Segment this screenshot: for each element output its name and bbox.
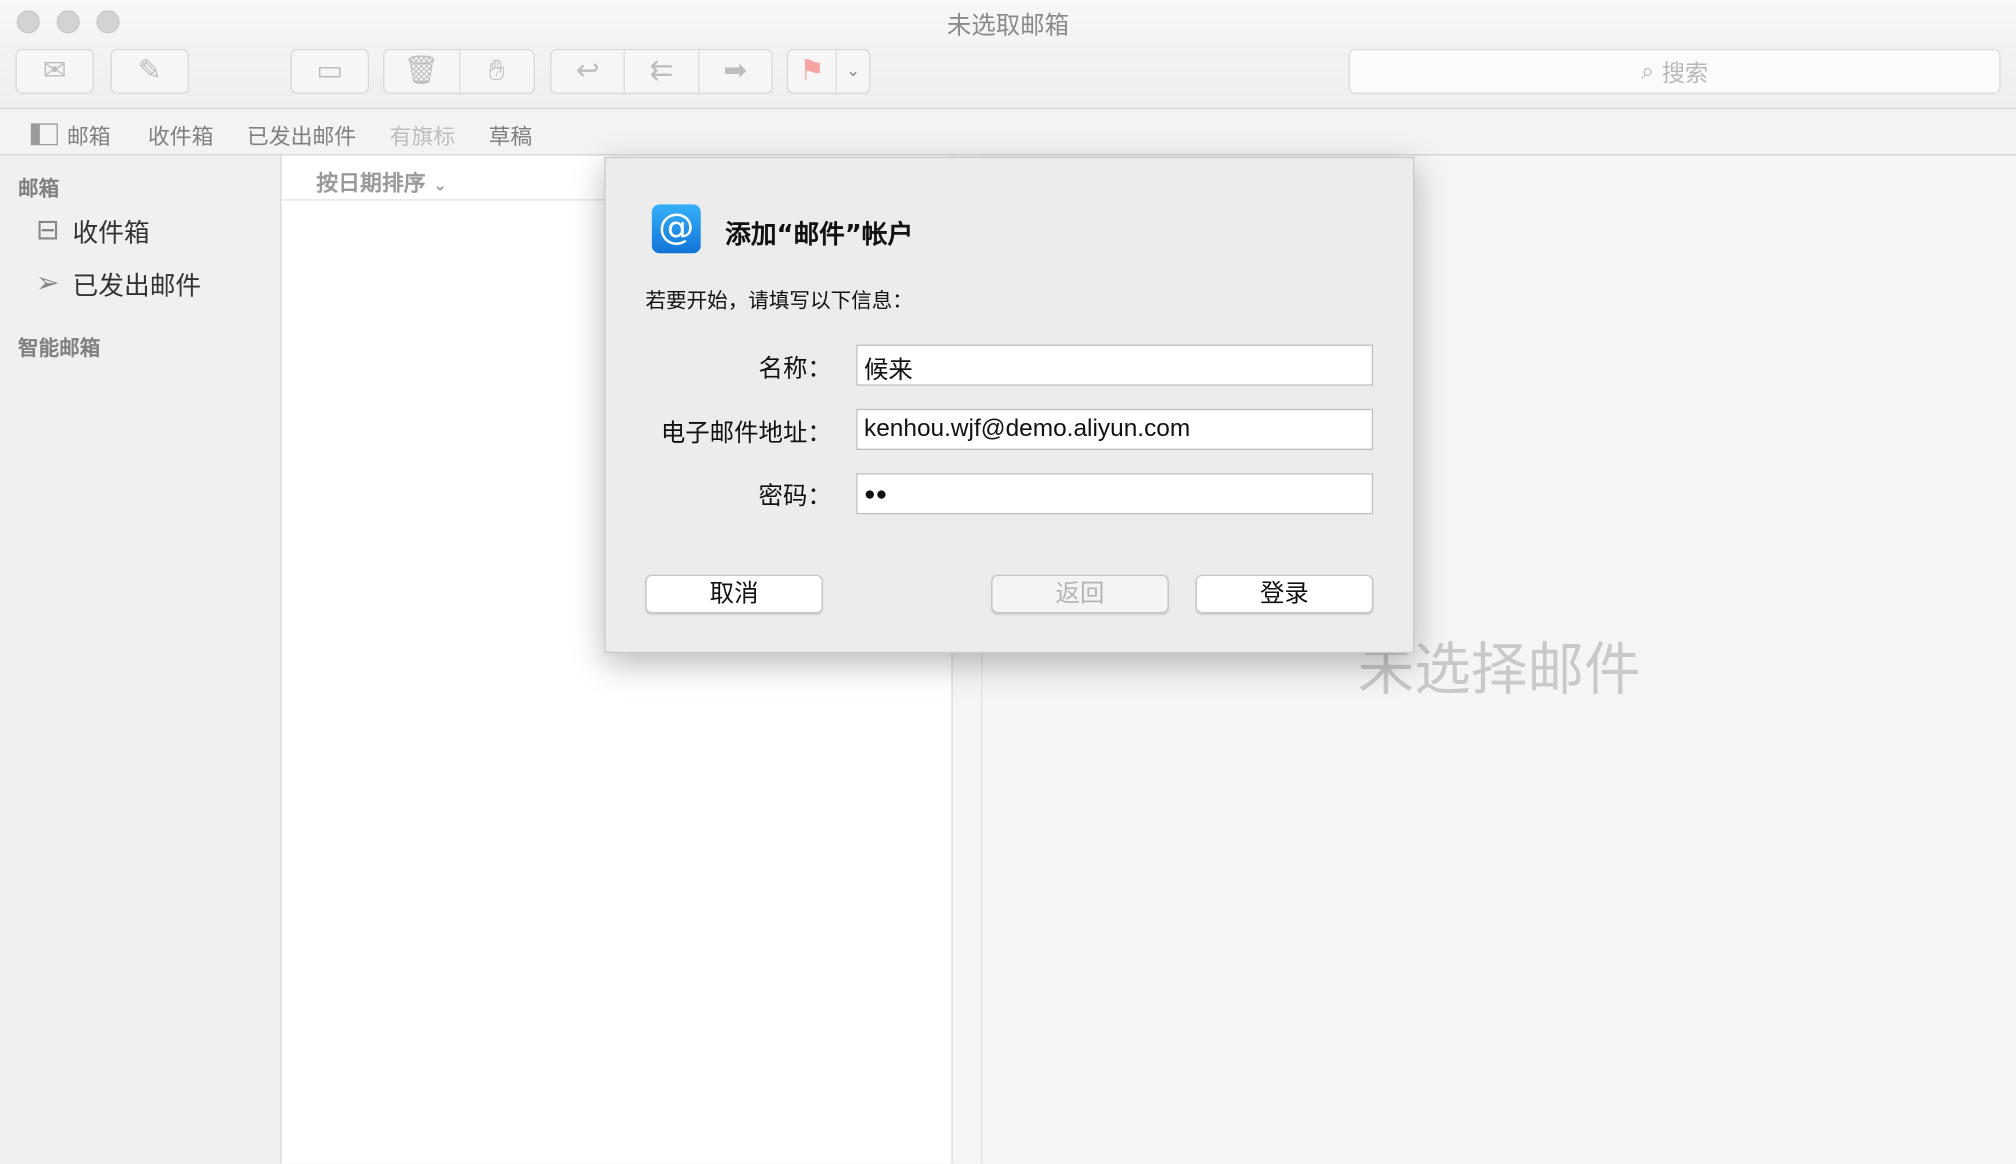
- sidebar-item-label: 已发出邮件: [72, 269, 202, 301]
- chevron-down-icon[interactable]: ⌄: [837, 50, 869, 92]
- favorite-mailboxes[interactable]: 邮箱: [30, 118, 111, 151]
- mail-window: 未选取邮箱 ✉ ✎ ▭ 🗑︎ ✋︎ ↩ ⇇ ➡ ⚑ ⌄ ⌕ 搜索 邮箱 收件箱 …: [0, 0, 2016, 1164]
- sidebar-item-label: 收件箱: [72, 217, 150, 249]
- sidebar: 邮箱 ⊟ 收件箱 ➢ 已发出邮件 智能邮箱: [0, 155, 282, 1164]
- get-mail-button[interactable]: ✉: [15, 48, 94, 94]
- toolbar: 未选取邮箱 ✉ ✎ ▭ 🗑︎ ✋︎ ↩ ⇇ ➡ ⚑ ⌄ ⌕ 搜索: [0, 0, 2016, 110]
- cancel-button[interactable]: 取消: [645, 574, 823, 614]
- compose-button[interactable]: ✎: [110, 48, 189, 94]
- favorite-inbox[interactable]: 收件箱: [148, 118, 214, 151]
- reply-icon[interactable]: ↩: [552, 50, 626, 93]
- name-field[interactable]: 候来: [856, 344, 1374, 386]
- search-placeholder: 搜索: [1661, 59, 1709, 87]
- add-account-dialog: @ 添加“邮件”帐户 若要开始，请填写以下信息： 名称： 候来 电子邮件地址： …: [604, 156, 1415, 654]
- favorites-bar: 邮箱 收件箱 已发出邮件 有旗标 草稿: [0, 109, 2016, 156]
- reply-group: ↩ ⇇ ➡: [550, 48, 773, 94]
- reply-all-icon[interactable]: ⇇: [625, 50, 699, 93]
- password-field[interactable]: ●●: [856, 473, 1374, 515]
- back-button[interactable]: 返回: [991, 574, 1169, 614]
- section-smart-mailboxes[interactable]: 智能邮箱: [18, 330, 100, 361]
- archive-icon: ▭: [316, 55, 344, 88]
- favorite-flagged[interactable]: 有旗标: [390, 118, 456, 151]
- search-icon: ⌕: [1641, 57, 1655, 85]
- sort-label: 按日期排序: [316, 170, 426, 197]
- favorite-drafts[interactable]: 草稿: [489, 118, 533, 151]
- sidebar-item-inbox[interactable]: ⊟ 收件箱: [36, 212, 150, 249]
- inbox-icon: ⊟: [35, 214, 60, 247]
- password-label: 密码：: [758, 482, 832, 511]
- dialog-subtitle: 若要开始，请填写以下信息：: [645, 287, 913, 313]
- section-mailboxes: 邮箱: [17, 176, 60, 201]
- login-button[interactable]: 登录: [1195, 574, 1374, 614]
- trash-junk-group: 🗑︎ ✋︎: [383, 48, 535, 94]
- flag-group: ⚑ ⌄: [786, 48, 871, 94]
- email-field[interactable]: kenhou.wjf@demo.aliyun.com: [856, 408, 1374, 450]
- thumbs-down-icon[interactable]: ✋︎: [460, 50, 534, 92]
- flag-icon[interactable]: ⚑: [788, 50, 838, 93]
- forward-icon[interactable]: ➡: [699, 50, 771, 92]
- sidebar-item-sent[interactable]: ➢ 已发出邮件: [36, 265, 201, 302]
- window-title: 未选取邮箱: [946, 11, 1070, 40]
- search-input[interactable]: ⌕ 搜索: [1348, 48, 2001, 94]
- email-label: 电子邮件地址：: [660, 419, 832, 448]
- chevron-down-icon: ⌄: [433, 176, 448, 196]
- paper-plane-icon: ➢: [35, 267, 60, 300]
- envelope-icon: ✉: [42, 55, 67, 88]
- trash-icon[interactable]: 🗑︎: [384, 50, 460, 93]
- mail-at-icon: @: [651, 204, 701, 254]
- dialog-title: 添加“邮件”帐户: [725, 218, 914, 250]
- favorite-sent[interactable]: 已发出邮件: [247, 118, 356, 151]
- compose-icon: ✎: [137, 55, 162, 88]
- sidebar-toggle-icon: [30, 123, 58, 146]
- name-label: 名称：: [758, 354, 832, 384]
- favorite-label: 邮箱: [66, 124, 111, 151]
- archive-button[interactable]: ▭: [290, 48, 369, 94]
